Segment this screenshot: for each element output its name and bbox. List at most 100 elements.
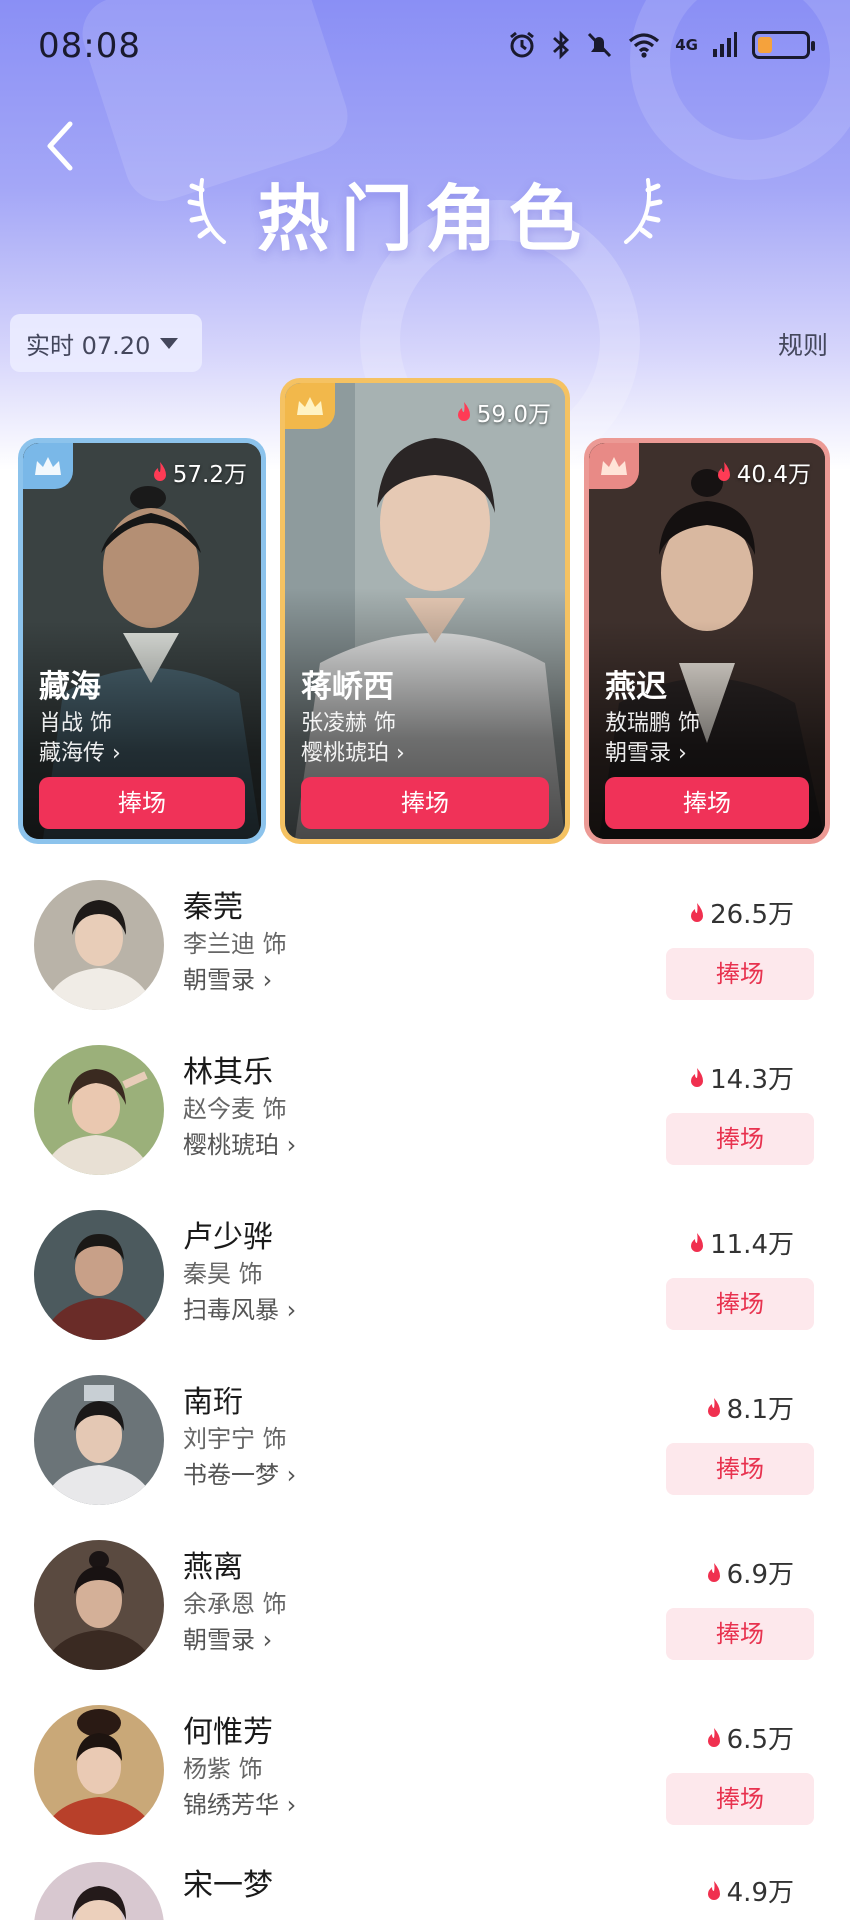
caret-down-icon [160, 337, 179, 349]
heat-count: 59.0万 [455, 395, 551, 429]
list-item[interactable]: 宋一梦 4.9万 [0, 1852, 850, 1920]
status-time: 08:08 [38, 26, 141, 66]
support-button[interactable]: 捧场 [666, 1278, 814, 1330]
network-type-label: 4G [675, 36, 698, 54]
actor-credit: 李兰迪 饰 [183, 930, 287, 958]
actor-credit: 余承恩 饰 [183, 1590, 287, 1618]
support-button[interactable]: 捧场 [666, 1113, 814, 1165]
drama-link[interactable]: 朝雪录 › [183, 960, 272, 995]
heat-value: 4.9万 [726, 1878, 794, 1908]
drama-link[interactable]: 锦绣芳华 › [183, 1785, 296, 1820]
list-item[interactable]: 南珩 刘宇宁 饰 书卷一梦 › 8.1万 捧场 [0, 1357, 850, 1522]
drama-link[interactable]: 樱桃琥珀 › [183, 1125, 296, 1160]
chevron-right-icon: › [279, 1461, 297, 1489]
drama-title: 樱桃琥珀 [301, 741, 390, 766]
flame-icon [691, 1232, 704, 1252]
heat-count: 11.4万 [688, 1224, 794, 1261]
support-button[interactable]: 捧场 [666, 1773, 814, 1825]
character-name: 藏海 [39, 669, 101, 705]
heat-value: 40.4万 [736, 462, 811, 488]
avatar [34, 1862, 164, 1920]
character-name: 何惟芳 [183, 1715, 273, 1750]
support-button[interactable]: 捧场 [666, 1443, 814, 1495]
chevron-right-icon: › [279, 1131, 297, 1159]
heat-value: 26.5万 [710, 900, 794, 930]
flame-icon [707, 1562, 720, 1582]
laurel-left-icon [187, 178, 226, 244]
top-card-rank-1[interactable]: 59.0万 蒋峤西 张凌赫 饰 樱桃琥珀 › 捧场 [280, 378, 570, 844]
heat-count: 40.4万 [715, 455, 811, 489]
top-card-rank-2[interactable]: 57.2万 藏海 肖战 饰 藏海传 › 捧场 [18, 438, 266, 844]
chevron-right-icon: › [255, 1626, 273, 1654]
chevron-right-icon: › [112, 741, 121, 766]
character-name: 南珩 [183, 1385, 243, 1420]
heat-count: 14.3万 [688, 1059, 794, 1096]
rank-crown-badge [589, 443, 639, 489]
character-name: 宋一梦 [183, 1868, 273, 1903]
list-item[interactable]: 卢少骅 秦昊 饰 扫毒风暴 › 11.4万 捧场 [0, 1192, 850, 1357]
drama-title: 书卷一梦 [183, 1461, 279, 1489]
page-title: 热门角色 [256, 177, 593, 261]
support-button[interactable]: 捧场 [301, 777, 549, 829]
drama-title: 朝雪录 [183, 966, 255, 994]
rules-link[interactable]: 规则 [778, 326, 828, 362]
chevron-right-icon: › [279, 1791, 297, 1819]
crown-icon [35, 457, 61, 475]
flame-icon [717, 462, 730, 481]
rank-crown-badge [23, 443, 73, 489]
battery-icon [752, 31, 815, 59]
list-item[interactable]: 何惟芳 杨紫 饰 锦绣芳华 › 6.5万 捧场 [0, 1687, 850, 1852]
character-name: 秦莞 [183, 890, 243, 925]
heat-count: 4.9万 [705, 1872, 794, 1909]
rank-crown-badge [285, 383, 335, 429]
character-name: 燕离 [183, 1550, 243, 1585]
heat-value: 59.0万 [476, 402, 551, 428]
mute-icon [588, 32, 612, 58]
actor-credit: 张凌赫 饰 [301, 711, 396, 736]
heat-value: 14.3万 [710, 1065, 794, 1095]
flame-icon [707, 1397, 720, 1417]
date-filter-dropdown[interactable]: 实时 07.20 [10, 314, 202, 372]
character-name: 卢少骅 [183, 1220, 273, 1255]
wifi-icon [629, 33, 660, 58]
drama-link[interactable]: 樱桃琥珀 › [301, 735, 405, 767]
drama-link[interactable]: 朝雪录 › [183, 1620, 272, 1655]
status-icons: 4G [507, 30, 815, 60]
support-button[interactable]: 捧场 [605, 777, 809, 829]
drama-title: 朝雪录 [183, 1626, 255, 1654]
actor-credit: 杨紫 饰 [183, 1755, 263, 1783]
chevron-right-icon: › [396, 741, 405, 766]
flame-icon [707, 1880, 720, 1900]
drama-link[interactable]: 扫毒风暴 › [183, 1290, 296, 1325]
heat-count: 57.2万 [151, 455, 247, 489]
character-name: 蒋峤西 [301, 669, 394, 705]
actor-credit: 赵今麦 饰 [183, 1095, 287, 1123]
drama-title: 朝雪录 [605, 741, 672, 766]
avatar [34, 1045, 164, 1175]
avatar [34, 1375, 164, 1505]
title-area: 热门角色 [0, 160, 850, 261]
support-button[interactable]: 捧场 [666, 948, 814, 1000]
support-button[interactable]: 捧场 [39, 777, 245, 829]
drama-link[interactable]: 朝雪录 › [605, 735, 687, 767]
heat-value: 8.1万 [726, 1395, 794, 1425]
support-button[interactable]: 捧场 [666, 1608, 814, 1660]
heat-value: 6.5万 [726, 1725, 794, 1755]
drama-link[interactable]: 书卷一梦 › [183, 1455, 296, 1490]
avatar [34, 1705, 164, 1835]
heat-value: 57.2万 [172, 462, 247, 488]
actor-credit: 刘宇宁 饰 [183, 1425, 287, 1453]
bluetooth-icon [553, 30, 570, 60]
laurel-right-icon [624, 178, 663, 244]
heat-count: 8.1万 [705, 1389, 794, 1426]
list-item[interactable]: 燕离 余承恩 饰 朝雪录 › 6.9万 捧场 [0, 1522, 850, 1687]
signal-icon [713, 32, 737, 57]
drama-link[interactable]: 藏海传 › [39, 735, 121, 767]
flame-icon [691, 902, 704, 922]
flame-icon [457, 402, 470, 421]
top-card-rank-3[interactable]: 40.4万 燕迟 敖瑞鹏 饰 朝雪录 › 捧场 [584, 438, 830, 844]
list-item[interactable]: 秦莞 李兰迪 饰 朝雪录 › 26.5万 捧场 [0, 862, 850, 1027]
character-name: 燕迟 [605, 669, 667, 705]
flame-icon [691, 1067, 704, 1087]
list-item[interactable]: 林其乐 赵今麦 饰 樱桃琥珀 › 14.3万 捧场 [0, 1027, 850, 1192]
